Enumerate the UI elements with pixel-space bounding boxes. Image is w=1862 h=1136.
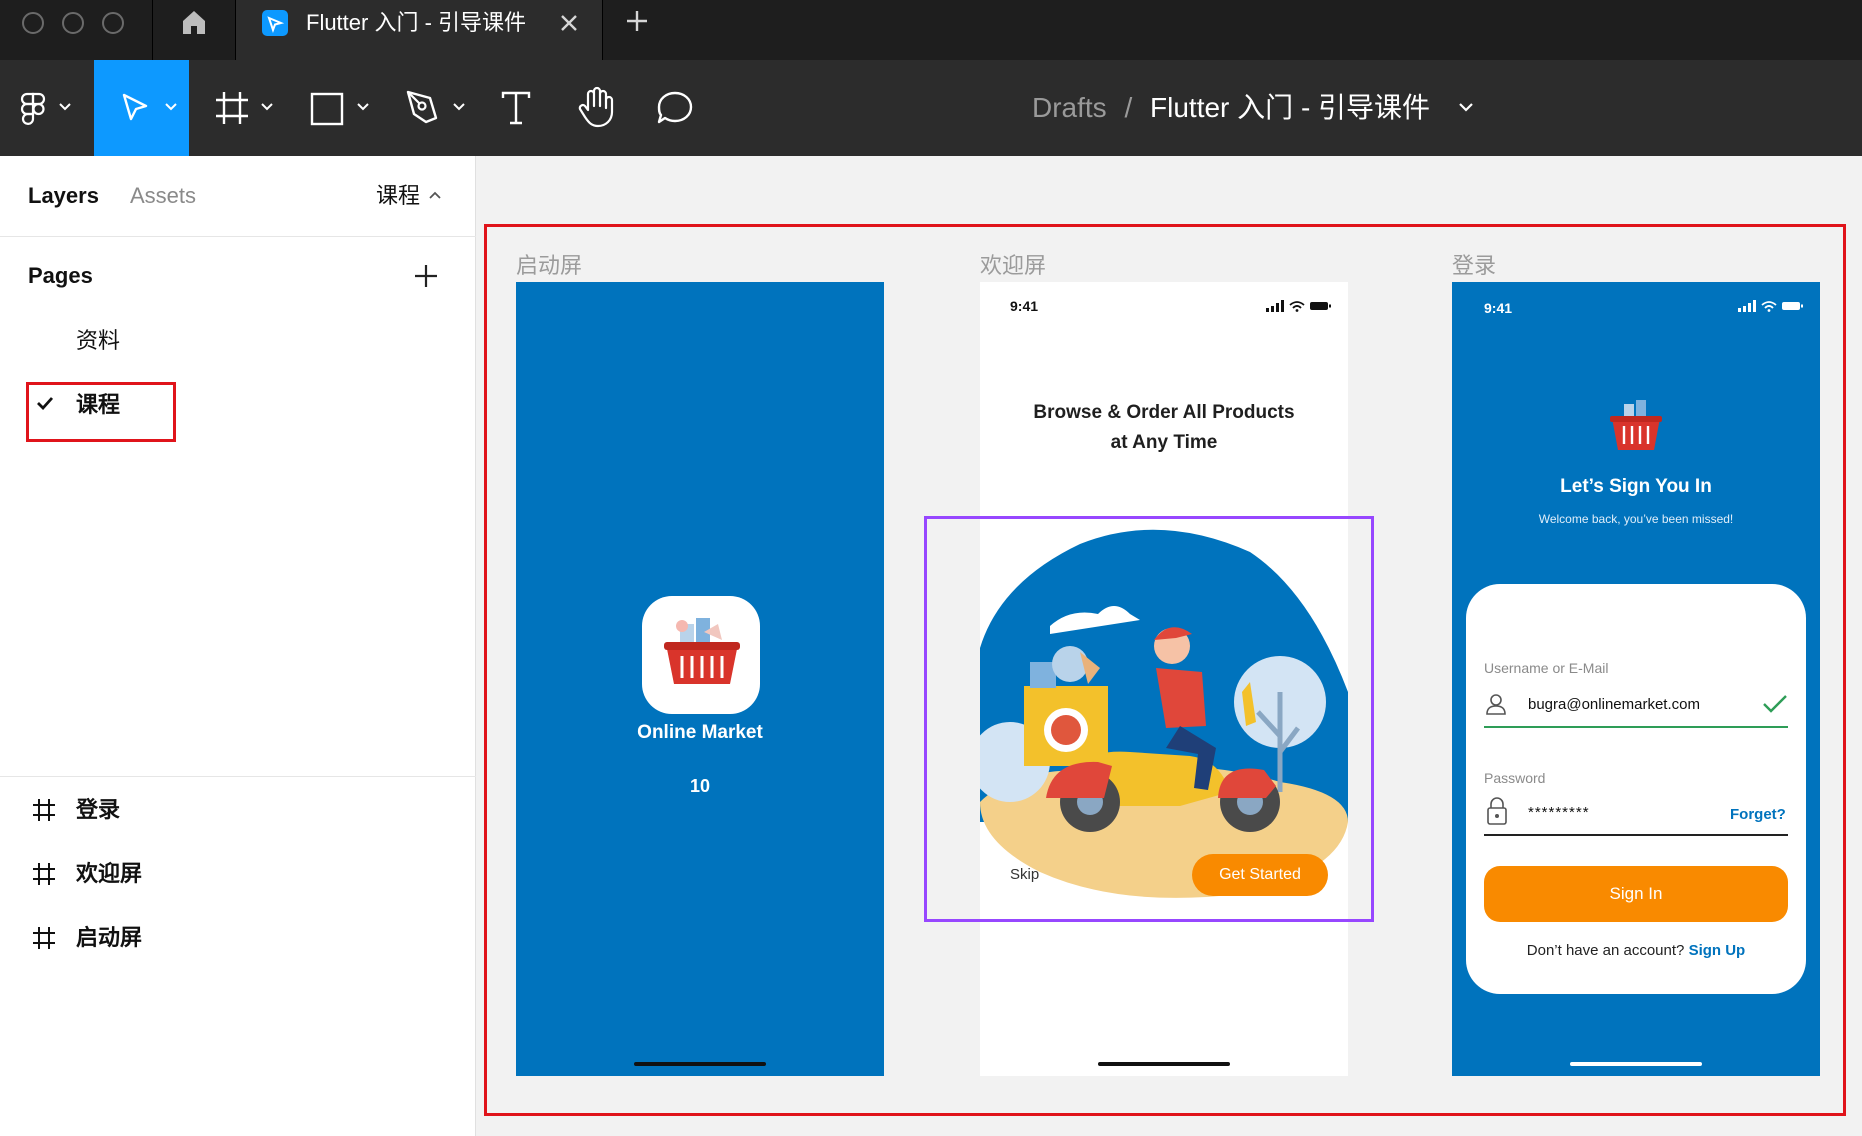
breadcrumb: Drafts / Flutter 入门 - 引导课件 bbox=[1032, 90, 1430, 126]
home-indicator bbox=[1570, 1062, 1702, 1066]
splash-number: 10 bbox=[689, 776, 711, 796]
highlight-box bbox=[26, 382, 176, 442]
zoom-window-icon[interactable] bbox=[102, 12, 124, 34]
current-page-label[interactable]: 课程 bbox=[376, 182, 420, 210]
divider bbox=[0, 776, 476, 777]
signup-prompt: Don’t have an account? Sign Up bbox=[1466, 942, 1806, 959]
breadcrumb-separator: / bbox=[1124, 92, 1133, 123]
home-indicator bbox=[1098, 1062, 1230, 1066]
text-tool-icon[interactable] bbox=[500, 90, 532, 126]
comment-tool-icon[interactable] bbox=[656, 90, 694, 126]
user-icon bbox=[1486, 694, 1506, 715]
chevron-down-icon[interactable] bbox=[164, 102, 178, 112]
close-window-icon[interactable] bbox=[22, 12, 44, 34]
status-icons bbox=[1266, 300, 1331, 312]
layer-item-登录[interactable]: 登录 bbox=[76, 795, 120, 825]
home-indicator bbox=[634, 1062, 766, 1066]
tab-divider bbox=[152, 0, 153, 60]
username-input[interactable]: bugra@onlinemarket.com bbox=[1528, 696, 1700, 713]
forget-link[interactable]: Forget? bbox=[1730, 806, 1786, 823]
selection-box[interactable] bbox=[924, 516, 1374, 922]
headline-line-2: at Any Time bbox=[1110, 432, 1218, 453]
password-label: Password bbox=[1484, 770, 1546, 786]
frame-icon bbox=[33, 863, 55, 885]
sign-in-button[interactable]: Sign In bbox=[1484, 866, 1788, 922]
login-card: Username or E-Mail bugra@onlinemarket.co… bbox=[1466, 584, 1806, 994]
rectangle-tool-icon[interactable] bbox=[310, 92, 344, 126]
sign-up-link[interactable]: Sign Up bbox=[1689, 942, 1746, 959]
frame-login[interactable]: 9:41 Let’s Sign You In Welcome back, you… bbox=[1452, 282, 1820, 1076]
home-icon[interactable] bbox=[180, 8, 208, 36]
chevron-down-icon[interactable] bbox=[260, 102, 274, 112]
figma-file-icon bbox=[262, 10, 288, 36]
hand-tool-icon[interactable] bbox=[576, 86, 616, 128]
no-account-text: Don’t have an account? bbox=[1526, 942, 1685, 959]
add-page-icon[interactable] bbox=[414, 264, 438, 288]
password-underline bbox=[1484, 834, 1788, 836]
username-underline bbox=[1484, 726, 1788, 728]
toolbar bbox=[0, 60, 1862, 156]
tab-title: Flutter 入门 - 引导课件 bbox=[306, 10, 527, 35]
pen-tool-icon[interactable] bbox=[404, 88, 440, 126]
file-name[interactable]: Flutter 入门 - 引导课件 bbox=[1150, 92, 1430, 123]
splash-title: Online Market bbox=[637, 722, 763, 743]
minimize-window-icon[interactable] bbox=[62, 12, 84, 34]
figma-menu-icon[interactable] bbox=[20, 92, 46, 126]
frame-splash[interactable]: Online Market 10 bbox=[516, 282, 884, 1076]
breadcrumb-drafts[interactable]: Drafts bbox=[1032, 92, 1107, 123]
check-icon bbox=[1763, 695, 1787, 713]
status-time: 9:41 bbox=[1010, 298, 1039, 314]
tab-divider bbox=[602, 0, 603, 60]
shopping-basket-icon bbox=[1610, 400, 1662, 450]
left-panel bbox=[0, 156, 476, 1136]
chevron-down-icon[interactable] bbox=[1458, 102, 1474, 114]
frame-icon bbox=[33, 799, 55, 821]
status-icons bbox=[1738, 300, 1803, 312]
frame-icon bbox=[33, 927, 55, 949]
chevron-down-icon[interactable] bbox=[356, 102, 370, 112]
app-logo bbox=[642, 596, 760, 714]
chevron-up-icon[interactable] bbox=[428, 190, 442, 200]
shopping-basket-icon bbox=[664, 618, 740, 684]
welcome-headline: Browse & Order All Products at Any Time bbox=[980, 398, 1348, 458]
chevron-down-icon[interactable] bbox=[452, 102, 466, 112]
frame-label-启动屏[interactable]: 启动屏 bbox=[516, 252, 582, 280]
frame-label-欢迎屏[interactable]: 欢迎屏 bbox=[980, 252, 1046, 280]
divider bbox=[0, 236, 476, 237]
cursor-icon bbox=[122, 93, 148, 121]
close-tab-icon[interactable] bbox=[560, 14, 578, 32]
login-subtitle: Welcome back, you’ve been missed! bbox=[1538, 512, 1734, 526]
username-label: Username or E-Mail bbox=[1484, 660, 1609, 676]
chevron-down-icon[interactable] bbox=[58, 102, 72, 112]
password-input[interactable]: ********* bbox=[1528, 804, 1590, 821]
login-title: Let’s Sign You In bbox=[1560, 476, 1712, 497]
page-item-资料[interactable]: 资料 bbox=[76, 326, 120, 356]
tab-layers[interactable]: Layers bbox=[28, 182, 99, 210]
layer-item-启动屏[interactable]: 启动屏 bbox=[76, 923, 142, 953]
frame-label-登录[interactable]: 登录 bbox=[1452, 252, 1496, 280]
status-time: 9:41 bbox=[1484, 300, 1513, 316]
layer-item-欢迎屏[interactable]: 欢迎屏 bbox=[76, 859, 142, 889]
headline-line-1: Browse & Order All Products bbox=[1033, 402, 1295, 423]
tab-assets[interactable]: Assets bbox=[130, 182, 196, 210]
lock-icon bbox=[1487, 797, 1507, 825]
new-tab-icon[interactable] bbox=[626, 10, 648, 32]
pages-heading: Pages bbox=[28, 263, 93, 288]
frame-tool-icon[interactable] bbox=[214, 90, 250, 126]
